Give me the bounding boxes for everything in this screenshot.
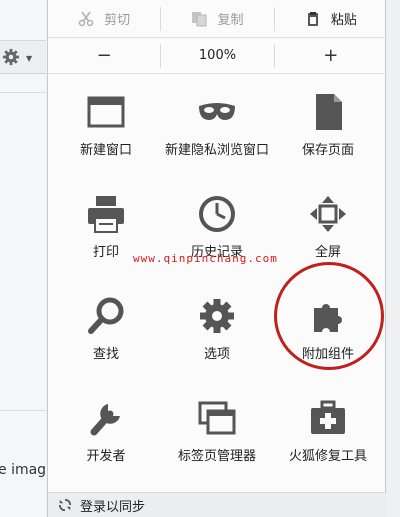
tabs-icon xyxy=(198,401,236,435)
tab-manager-button[interactable]: 标签页管理器 xyxy=(162,398,272,465)
cut-label: 剪切 xyxy=(104,13,131,28)
paste-label: 粘贴 xyxy=(330,13,357,28)
sign-in-to-sync-button[interactable]: 登录以同步 xyxy=(48,492,387,517)
copy-label: 复制 xyxy=(217,13,244,28)
divider xyxy=(0,410,46,411)
zoom-in-button[interactable]: + xyxy=(275,38,387,73)
gear-icon xyxy=(200,299,234,333)
page-icon xyxy=(316,94,342,130)
scissors-icon xyxy=(78,11,94,26)
tile-label: 查找 xyxy=(92,347,119,362)
cut-button[interactable]: 剪切 xyxy=(48,0,160,37)
edit-controls: 剪切 复制 粘贴 xyxy=(48,0,387,38)
background-window-right xyxy=(386,0,400,517)
firefox-repair-tool-button[interactable]: 火狐修复工具 xyxy=(273,398,383,465)
fullscreen-arrows-icon xyxy=(310,196,346,232)
print-button[interactable]: 打印 xyxy=(51,194,161,261)
private-mask-icon xyxy=(199,103,235,120)
dropdown-arrow-icon[interactable]: ▼ xyxy=(26,54,32,63)
watermark-text: www.qinpinchang.com xyxy=(133,252,278,265)
find-button[interactable]: 查找 xyxy=(51,296,161,363)
copy-button[interactable]: 复制 xyxy=(161,0,273,37)
tile-label: 保存页面 xyxy=(301,143,354,158)
tile-label: 全屏 xyxy=(314,245,341,260)
background-partial-text: e imag xyxy=(0,462,47,478)
clipboard-icon xyxy=(307,11,318,26)
options-button[interactable]: 选项 xyxy=(162,296,272,363)
tile-label: 开发者 xyxy=(86,449,126,464)
new-private-window-button[interactable]: 新建隐私浏览窗口 xyxy=(162,92,272,159)
divider xyxy=(0,92,46,93)
save-page-button[interactable]: 保存页面 xyxy=(273,92,383,159)
highlight-circle xyxy=(274,262,384,370)
zoom-reset-button[interactable]: 100% xyxy=(161,38,273,73)
tile-label: 火狐修复工具 xyxy=(288,449,367,464)
clock-icon xyxy=(199,196,235,232)
gear-icon[interactable] xyxy=(2,48,20,66)
wrench-icon xyxy=(90,404,120,436)
tile-label: 新建窗口 xyxy=(79,143,132,158)
developer-button[interactable]: 开发者 xyxy=(51,398,161,465)
sync-label: 登录以同步 xyxy=(80,499,146,515)
zoom-controls: − 100% + xyxy=(48,38,387,74)
magnifier-icon xyxy=(88,297,124,334)
tile-label: 新建隐私浏览窗口 xyxy=(164,143,269,158)
window-icon xyxy=(87,96,125,128)
history-button[interactable]: 历史记录 xyxy=(162,194,272,261)
new-window-button[interactable]: 新建窗口 xyxy=(51,92,161,159)
tile-label: 选项 xyxy=(203,347,230,362)
background-window xyxy=(0,0,46,517)
printer-icon xyxy=(88,196,124,233)
first-aid-kit-icon xyxy=(311,400,345,434)
paste-button[interactable]: 粘贴 xyxy=(275,0,387,37)
zoom-out-button[interactable]: − xyxy=(48,38,160,73)
copy-icon xyxy=(192,11,207,26)
sync-icon xyxy=(58,498,72,512)
tile-label: 标签页管理器 xyxy=(177,449,256,464)
fullscreen-button[interactable]: 全屏 xyxy=(273,194,383,261)
